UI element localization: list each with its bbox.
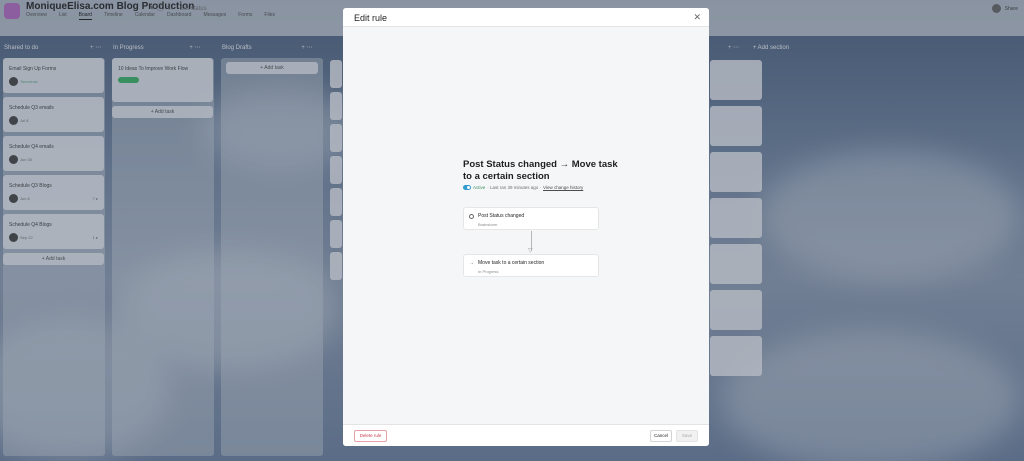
edit-rule-dialog: Edit rule ✕ Post Status changed → Move t… (343, 8, 709, 446)
view-change-history-link[interactable]: View change history (543, 185, 583, 190)
action-title: Move task to a certain section (478, 260, 545, 266)
trigger-icon (469, 214, 474, 219)
rule-title: Post Status changed → Move task to a cer… (463, 159, 618, 182)
rule-meta: Active · Last ran 39 minutes ago · View … (463, 185, 583, 190)
rule-active-toggle[interactable] (463, 185, 471, 190)
trigger-step[interactable]: Post Status changed Brainstorm (463, 207, 599, 230)
cancel-button[interactable]: Cancel (650, 430, 672, 442)
rule-status-label: Active (473, 185, 486, 190)
rule-last-run: · Last ran 39 minutes ago · (487, 185, 542, 190)
close-icon[interactable]: ✕ (693, 12, 701, 22)
action-subtitle: In Progress (478, 269, 499, 274)
dialog-footer: Delete rule Cancel Save (343, 424, 709, 446)
dialog-title: Edit rule (354, 13, 388, 23)
arrow-right-icon: → (469, 260, 474, 266)
trigger-subtitle: Brainstorm (478, 222, 498, 227)
delete-rule-button[interactable]: Delete rule (354, 430, 387, 442)
action-step[interactable]: → Move task to a certain section In Prog… (463, 254, 599, 277)
save-button[interactable]: Save (676, 430, 698, 442)
dialog-header: Edit rule ✕ (343, 8, 709, 27)
trigger-title: Post Status changed (478, 213, 525, 219)
